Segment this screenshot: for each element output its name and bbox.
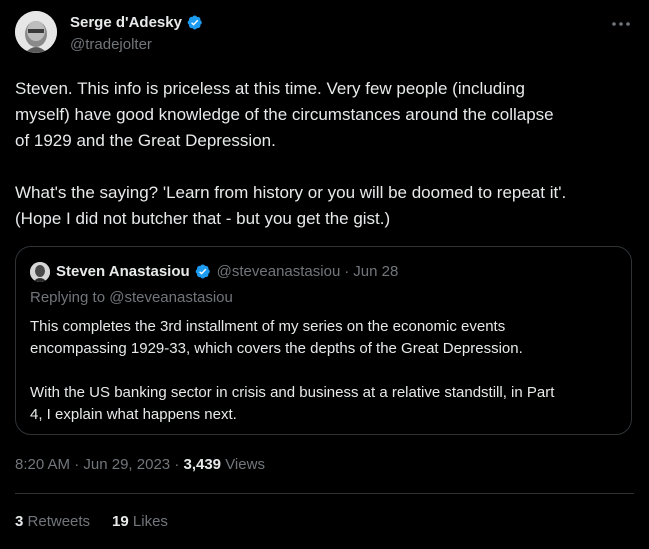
tweet-text-line: What's the saying? 'Learn from history o… [15,183,567,202]
author-avatar[interactable] [15,11,57,53]
retweets-label: Retweets [27,513,91,530]
quoted-tweet-date[interactable]: Jun 28 [353,263,398,280]
quoted-tweet-header: Steven Anastasiou @steveanastasiou · Jun… [56,263,398,280]
views-label: Views [225,456,265,473]
quoted-tweet-text: This completes the 3rd installment of my… [30,316,620,426]
tweet-text: Steven. This info is priceless at this t… [15,76,635,232]
tweet-container: Serge d'Adesky @tradejolter Steven. This… [0,0,649,549]
tweet-meta: 8:20 AM · Jun 29, 2023 · 3,439 Views [15,456,265,473]
separator-dot: · [74,456,80,473]
likes-stat[interactable]: 19 Likes [112,513,168,530]
replying-to: Replying to @steveanastasiou [30,289,233,306]
quoted-author-name[interactable]: Steven Anastasiou [56,263,190,280]
quoted-text-line: With the US banking sector in crisis and… [30,384,555,401]
retweets-count: 3 [15,513,24,530]
verified-badge-icon [187,15,202,30]
separator-dot: · [344,263,350,280]
tweet-text-line: Steven. This info is priceless at this t… [15,79,525,98]
quoted-text-line: This completes the 3rd installment of my… [30,318,506,335]
author-name[interactable]: Serge d'Adesky [70,14,203,31]
engagement-stats: 3 Retweets 19 Likes [15,513,168,530]
author-handle[interactable]: @tradejolter [70,36,152,53]
quoted-text-line: encompassing 1929-33, which covers the d… [30,340,523,357]
author-name-text[interactable]: Serge d'Adesky [70,14,182,31]
tweet-time[interactable]: 8:20 AM [15,456,70,473]
separator-dot: · [174,456,180,473]
likes-label: Likes [132,513,168,530]
quoted-tweet[interactable]: Steven Anastasiou @steveanastasiou · Jun… [15,246,632,435]
quoted-author-handle[interactable]: @steveanastasiou [217,263,341,280]
quoted-author-avatar-image [30,262,50,282]
views-count: 3,439 [183,456,222,473]
divider [15,493,634,494]
quoted-text-line: 4, I explain what happens next. [30,406,237,423]
more-options-icon[interactable] [609,14,633,34]
quoted-author-avatar[interactable] [30,262,50,282]
verified-badge-icon [195,264,210,279]
tweet-text-line: of 1929 and the Great Depression. [15,131,276,150]
retweets-stat[interactable]: 3 Retweets [15,513,90,530]
author-avatar-image [15,11,57,53]
likes-count: 19 [112,513,129,530]
tweet-date[interactable]: Jun 29, 2023 [83,456,170,473]
tweet-text-line: myself) have good knowledge of the circu… [15,105,554,124]
tweet-text-line: (Hope I did not butcher that - but you g… [15,209,391,228]
